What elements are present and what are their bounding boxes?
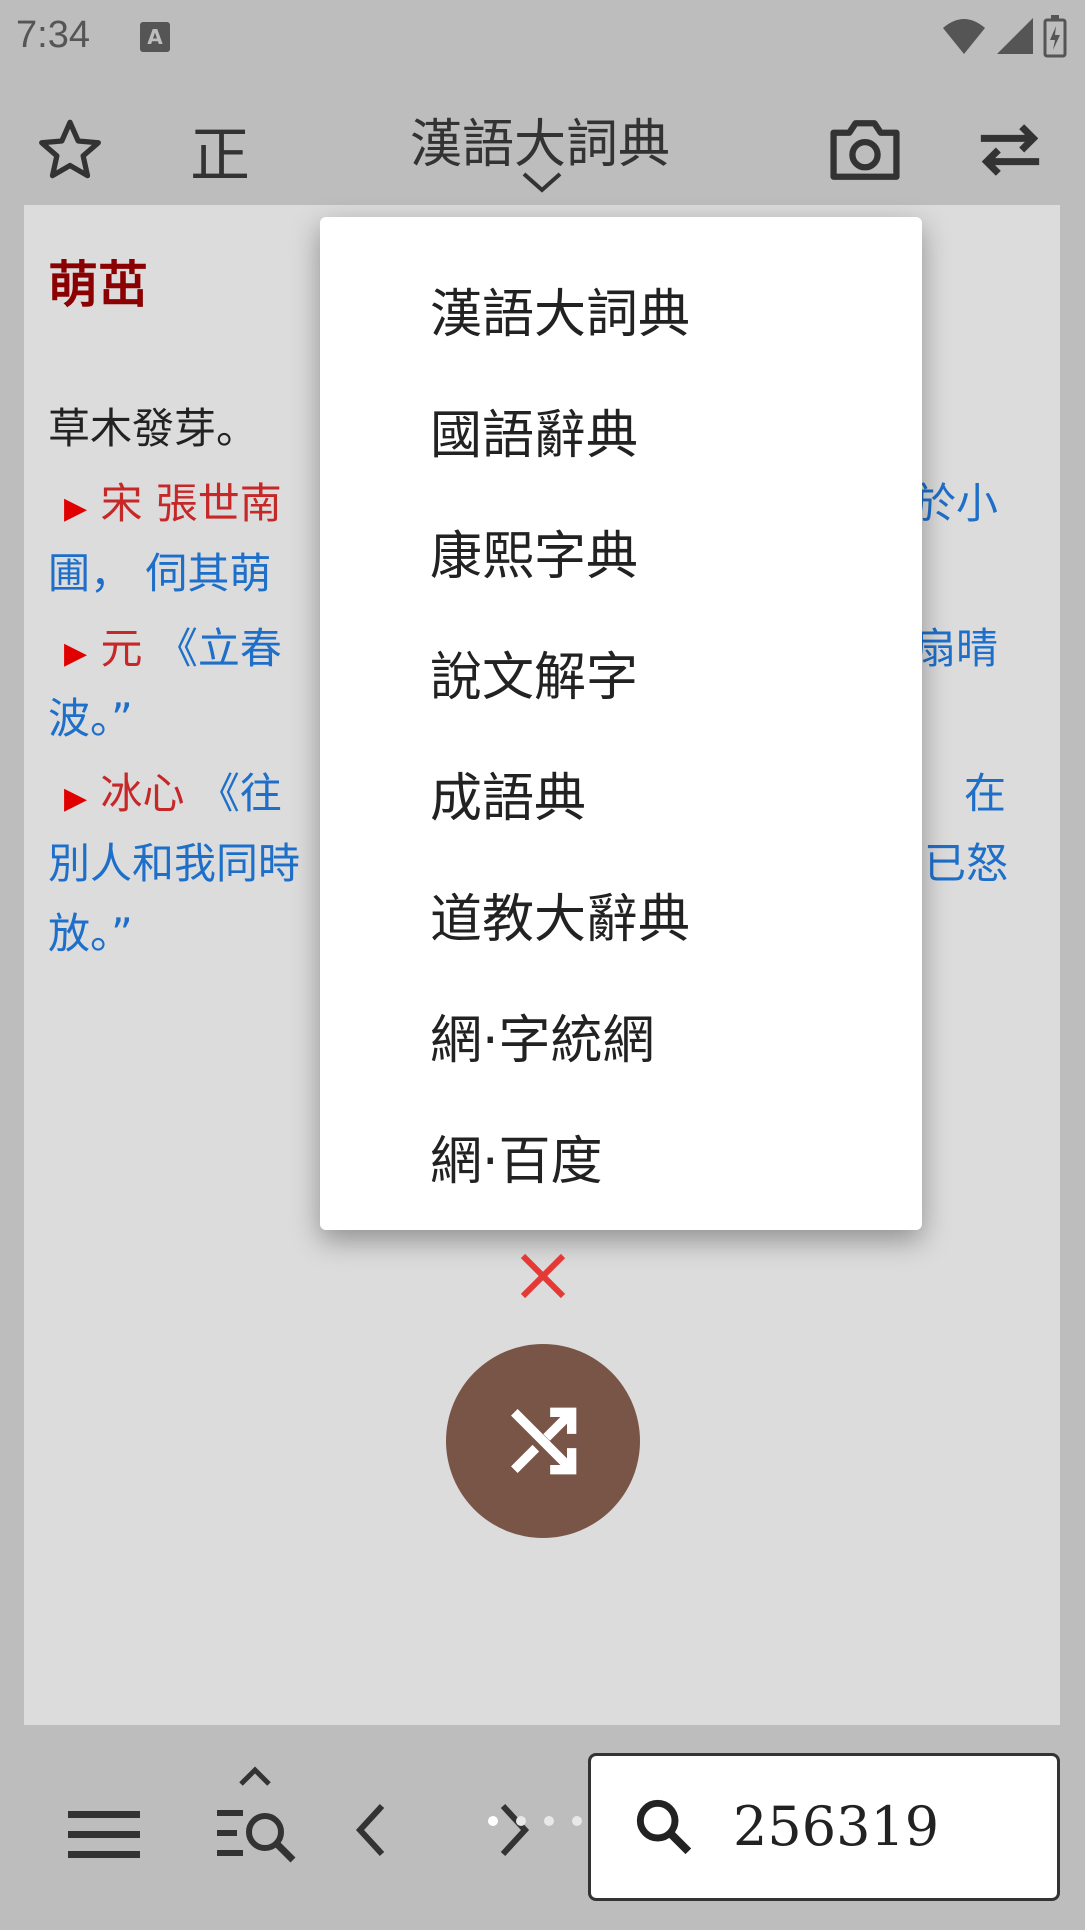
play-triangle-icon: ▶ [64, 636, 88, 671]
citation-source[interactable]: 元 [100, 624, 142, 673]
citation-3-line-2[interactable]: 別人和我同時 [48, 830, 300, 891]
page-dot [488, 1816, 498, 1826]
battery-icon [1043, 15, 1067, 58]
status-bar: 7:34 A [0, 0, 1085, 80]
citation-3-line-2-tail[interactable]: 已怒 [924, 830, 1008, 891]
signal-icon [997, 18, 1033, 54]
screen: 7:34 A 正 漢語大詞典 萌茁 草木發芽。 ▶ 宋 張世南 於小 圃， 伺其… [0, 0, 1085, 1930]
citation-3-line-3[interactable]: 放。” [48, 900, 133, 961]
menu-item-web-baidu[interactable]: 網·百度 [430, 1119, 603, 1194]
citation-3-line-1-tail[interactable]: 在 [964, 760, 1006, 821]
menu-item-shuowen-jiezi[interactable]: 說文解字 [430, 635, 638, 710]
citation-1-line-2[interactable]: 圃， 伺其萌 [48, 540, 271, 601]
citation-3-line-1[interactable]: ▶ 冰心 《往 [64, 760, 282, 821]
keyboard-notification-icon: A [140, 22, 170, 52]
status-time: 7:34 [16, 14, 90, 56]
citation-1-line-1-tail[interactable]: 於小 [914, 470, 998, 531]
search-input[interactable] [731, 1786, 1041, 1866]
camera-icon[interactable] [825, 110, 905, 190]
citation-2-line-1[interactable]: ▶ 元 《立春 [64, 615, 282, 676]
play-triangle-icon: ▶ [64, 781, 88, 816]
swap-arrows-icon[interactable] [970, 110, 1050, 190]
chevron-left-icon[interactable] [340, 1790, 400, 1870]
entry-headword: 萌茁 [48, 256, 148, 314]
menu-item-kangxi-zidian[interactable]: 康熙字典 [430, 514, 638, 589]
citation-2-line-1-tail[interactable]: 扇晴 [914, 615, 998, 676]
citation-source[interactable]: 宋 張世南 [100, 479, 281, 528]
status-icons [941, 14, 1067, 58]
page-dot [544, 1816, 554, 1826]
wifi-icon [943, 19, 985, 54]
menu-item-hanyu-da-cidian[interactable]: 漢語大詞典 [430, 272, 690, 347]
menu-item-web-zitong[interactable]: 網·字統網 [430, 998, 655, 1073]
citation-work[interactable]: 《往 [198, 769, 282, 818]
menu-item-chengyu-dian[interactable]: 成語典 [430, 756, 586, 831]
chevron-down-icon[interactable] [520, 170, 564, 196]
traditional-toggle-button[interactable]: 正 [180, 110, 260, 191]
menu-item-daojiao-da-cidian[interactable]: 道教大辭典 [430, 877, 690, 952]
page-dot [572, 1816, 582, 1826]
entry-definition: 草木發芽。 [48, 404, 259, 453]
play-triangle-icon: ▶ [64, 491, 88, 526]
menu-hamburger-icon[interactable] [62, 1800, 146, 1870]
search-box[interactable] [588, 1753, 1060, 1901]
citation-work[interactable]: 《立春 [156, 624, 282, 673]
chevron-right-icon[interactable] [485, 1790, 545, 1870]
citation-1-line-1[interactable]: ▶ 宋 張世南 [64, 470, 282, 531]
search-list-icon[interactable] [205, 1752, 305, 1882]
page-indicator [488, 1816, 582, 1826]
menu-item-guoyu-cidian[interactable]: 國語辭典 [430, 393, 638, 468]
toolbar: 正 漢語大詞典 [0, 80, 1085, 205]
citation-source[interactable]: 冰心 [100, 769, 184, 818]
favorite-star-icon[interactable] [30, 110, 110, 190]
search-icon [636, 1799, 692, 1855]
citation-2-line-2[interactable]: 波。” [48, 685, 133, 746]
random-entry-button[interactable] [446, 1344, 640, 1538]
shuffle-icon [511, 1407, 577, 1475]
close-icon[interactable] [515, 1248, 571, 1304]
dictionary-dropdown-menu: 漢語大詞典 國語辭典 康熙字典 說文解字 成語典 道教大辭典 網·字統網 網·百… [320, 217, 922, 1230]
page-dot [516, 1816, 526, 1826]
dictionary-selector[interactable]: 漢語大詞典 [360, 102, 720, 177]
